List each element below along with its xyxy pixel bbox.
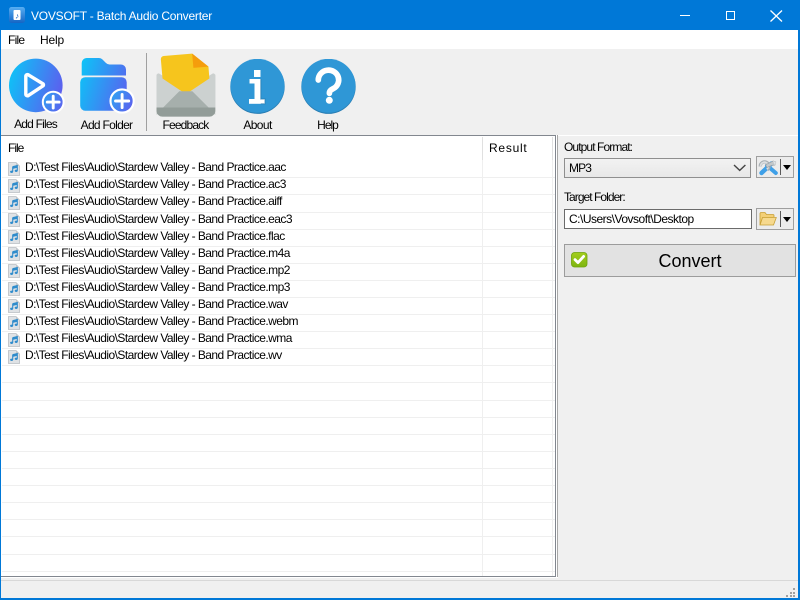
- svg-text:♪: ♪: [15, 12, 19, 21]
